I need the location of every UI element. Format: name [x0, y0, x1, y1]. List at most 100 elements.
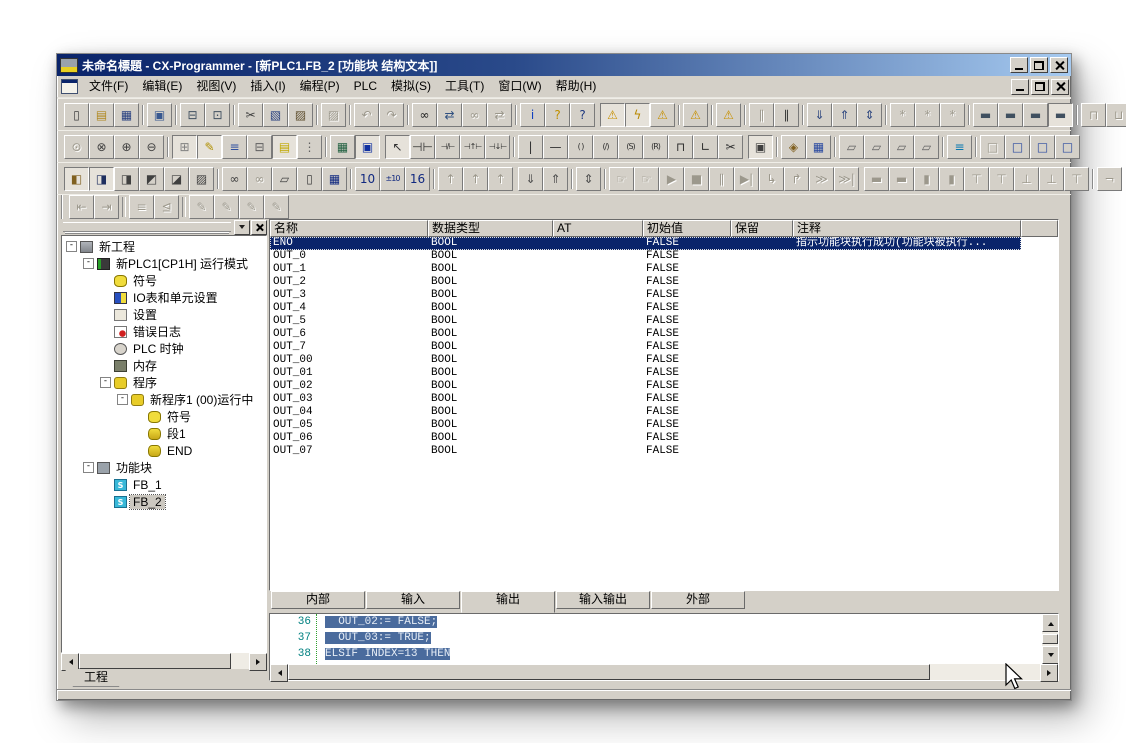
tree-item-program1[interactable]: -新程序1 (00)运行中: [62, 391, 266, 408]
table-row[interactable]: OUT_02BOOLFALSE: [270, 380, 1021, 393]
panel-menu-button[interactable]: [234, 220, 250, 235]
table-row[interactable]: OUT_2BOOLFALSE: [270, 276, 1021, 289]
column-header-3[interactable]: AT: [553, 220, 643, 237]
code-line[interactable]: OUT_02:= FALSE;: [325, 614, 1042, 630]
print-preview-button[interactable]: ⊡: [205, 103, 230, 127]
tree-item-programs[interactable]: -程序: [62, 374, 266, 391]
tree-expander-icon[interactable]: -: [117, 394, 128, 405]
help-button[interactable]: ?: [545, 103, 570, 127]
scrollbar-thumb[interactable]: [1042, 634, 1058, 644]
open-file-button[interactable]: ▤: [89, 103, 114, 127]
show-rung-list-button[interactable]: ≡: [222, 135, 247, 159]
tree-item-error-log[interactable]: 错误日志: [62, 323, 266, 340]
fb-call-button[interactable]: ⊓: [668, 135, 693, 159]
table-row[interactable]: OUT_7BOOLFALSE: [270, 341, 1021, 354]
contact-up-button[interactable]: ⊣↑⊢: [460, 135, 485, 159]
online-edit-begin-button[interactable]: ▱: [839, 135, 864, 159]
tab-internal[interactable]: 内部: [271, 591, 365, 609]
show-comments-button[interactable]: ✎: [197, 135, 222, 159]
work-online-button[interactable]: ⚠: [600, 103, 625, 127]
select-tool-button[interactable]: ↖: [385, 135, 410, 159]
tree-item-function-blocks[interactable]: -功能块: [62, 459, 266, 476]
menu-item-1[interactable]: 文件(F): [82, 77, 135, 96]
online-edit-stack-button[interactable]: ◈: [781, 135, 806, 159]
menu-item-2[interactable]: 编辑(E): [135, 77, 189, 96]
scrollbar-thumb[interactable]: [79, 653, 231, 669]
save-file-button[interactable]: ▦: [114, 103, 139, 127]
toolbar-group-handle[interactable]: [61, 195, 66, 219]
tree-expander-icon[interactable]: -: [83, 462, 94, 473]
tree-item-program1-symbols[interactable]: 符号: [62, 408, 266, 425]
scroll-down-button[interactable]: [1042, 646, 1058, 664]
delete-line-button[interactable]: ✂: [718, 135, 743, 159]
contact-no-button[interactable]: ⊣⊢: [410, 135, 435, 159]
scroll-up-button[interactable]: [1042, 614, 1058, 632]
menu-item-6[interactable]: PLC: [347, 77, 384, 96]
tab-output[interactable]: 输出: [461, 591, 555, 613]
table-row[interactable]: OUT_07BOOLFALSE: [270, 445, 1021, 458]
tree-item-end[interactable]: END: [62, 442, 266, 459]
memory-view-4-button[interactable]: ▬: [1048, 103, 1073, 127]
table-row[interactable]: OUT_0BOOLFALSE: [270, 250, 1021, 263]
menu-item-10[interactable]: 帮助(H): [549, 77, 604, 96]
menu-item-7[interactable]: 模拟(S): [384, 77, 438, 96]
cut-button[interactable]: ✂: [238, 103, 263, 127]
transfer-fb-from-plc-button[interactable]: ⇑: [543, 167, 568, 191]
paste-button[interactable]: ▨: [288, 103, 313, 127]
table-row[interactable]: ENOBOOLFALSE指示功能块执行成功(功能块被执行...: [270, 237, 1021, 250]
child-restore-button[interactable]: [1031, 79, 1049, 95]
tree-item-plc-clock[interactable]: PLC 时钟: [62, 340, 266, 357]
tree-item-section1[interactable]: 段1: [62, 425, 266, 442]
scroll-left-button[interactable]: [270, 664, 288, 682]
tree-expander-icon[interactable]: -: [100, 377, 111, 388]
vertical-line-button[interactable]: |: [518, 135, 543, 159]
local-symbols-button[interactable]: ▱: [272, 167, 297, 191]
tab-input[interactable]: 输入: [366, 591, 460, 609]
table-row[interactable]: OUT_04BOOLFALSE: [270, 406, 1021, 419]
show-ladder-button[interactable]: ▤: [272, 135, 297, 159]
tree-item-symbols[interactable]: 符号: [62, 272, 266, 289]
transfer-fb-to-plc-button[interactable]: ⇓: [518, 167, 543, 191]
table-row[interactable]: OUT_3BOOLFALSE: [270, 289, 1021, 302]
column-header-1[interactable]: 名称: [270, 220, 428, 237]
table-row[interactable]: OUT_03BOOLFALSE: [270, 393, 1021, 406]
memory-view-2-button[interactable]: ▬: [998, 103, 1023, 127]
zoom-region-button[interactable]: ⊗: [89, 135, 114, 159]
coil-closed-button[interactable]: (/): [593, 135, 618, 159]
io-bit-view-button[interactable]: ▦: [322, 167, 347, 191]
new-file-button[interactable]: ▯: [64, 103, 89, 127]
table-row[interactable]: OUT_01BOOLFALSE: [270, 367, 1021, 380]
editor-text-area[interactable]: OUT_02:= FALSE; OUT_03:= TRUE;ELSIF INDE…: [317, 614, 1042, 664]
rung-properties-button[interactable]: ▯: [297, 167, 322, 191]
restore-button[interactable]: [1030, 57, 1048, 73]
code-line[interactable]: ELSIF INDEX=13 THEN: [325, 646, 1042, 662]
watch-3-button[interactable]: □: [1030, 135, 1055, 159]
column-header-6[interactable]: 注释: [793, 220, 1021, 237]
scrollbar-thumb[interactable]: [288, 664, 930, 680]
fb-define-button[interactable]: ▣: [748, 135, 773, 159]
zoom-in-button[interactable]: ⊕: [114, 135, 139, 159]
menu-item-4[interactable]: 插入(I): [243, 77, 292, 96]
panel-close-button[interactable]: [251, 220, 267, 235]
window-explorer-button[interactable]: ◧: [64, 167, 89, 191]
table-row[interactable]: OUT_6BOOLFALSE: [270, 328, 1021, 341]
column-header-4[interactable]: 初始值: [643, 220, 731, 237]
online-edit-send-button[interactable]: ▱: [889, 135, 914, 159]
cross-reference-button[interactable]: ∞: [222, 167, 247, 191]
monitor-signed-decimal-button[interactable]: ±10: [380, 167, 405, 191]
menu-item-5[interactable]: 编程(P): [293, 77, 347, 96]
window-diagram2-button[interactable]: ◨: [114, 167, 139, 191]
memory-view-1-button[interactable]: ▬: [973, 103, 998, 127]
zoom-out-button[interactable]: ⊖: [139, 135, 164, 159]
mdi-child-icon[interactable]: [61, 79, 78, 94]
plc-online-edit-button[interactable]: ⚠: [716, 103, 741, 127]
menu-item-8[interactable]: 工具(T): [438, 77, 491, 96]
upload-plc-button[interactable]: ⇑: [832, 103, 857, 127]
tree-item-io-table[interactable]: IO表和单元设置: [62, 289, 266, 306]
tree-item-memory[interactable]: 内存: [62, 357, 266, 374]
memory-view-3-button[interactable]: ▬: [1023, 103, 1048, 127]
minimize-button[interactable]: [1010, 57, 1028, 73]
close-button[interactable]: [1050, 57, 1068, 73]
panel-grip[interactable]: [63, 222, 231, 232]
set-coil-button[interactable]: (S): [618, 135, 643, 159]
